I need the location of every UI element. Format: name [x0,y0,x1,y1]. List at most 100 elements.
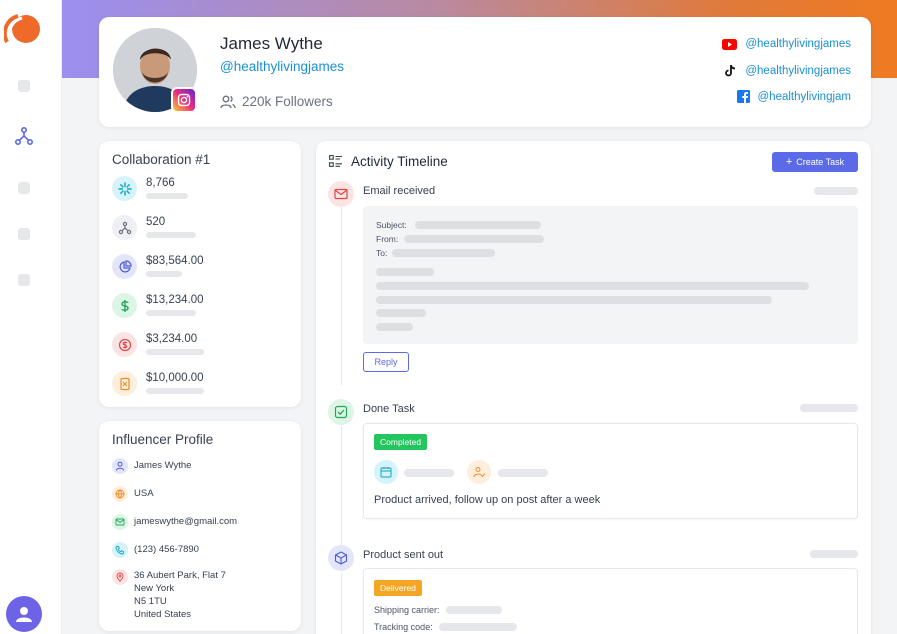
sidebar-item-4[interactable] [18,228,30,240]
influencer-email-row: jameswythe@gmail.com [112,514,237,530]
social-facebook[interactable]: @healthylivingjam [736,90,852,103]
timeline-header: Activity Timeline [329,154,448,169]
stat-value: $3,234.00 [146,333,198,345]
sidebar [0,0,62,634]
from-label: From: [376,234,399,244]
collaboration-title: Collaboration #1 [112,152,211,167]
timestamp-placeholder [810,550,858,558]
user-icon [16,607,32,622]
followers-text: 220k Followers [242,94,333,109]
plus-icon: + [785,155,793,168]
shipping-details: Delivered Shipping carrier: Tracking cod… [363,568,858,634]
email-subject: Subject: [376,220,407,230]
checkbox-icon [328,399,354,425]
social-tiktok[interactable]: @healthylivingjames [724,64,851,77]
influencer-title: Influencer Profile [112,432,214,447]
tiktok-icon [725,65,736,77]
dollar-icon [112,293,137,318]
influencer-address: 36 Aubert Park, Flat 7 New York N5 1TU U… [134,569,226,621]
email-preview: Subject: From: To: [363,206,858,344]
event-done-task: Done Task [363,403,415,415]
create-task-label: Create Task [796,157,845,167]
address-line-4: United States [134,609,192,620]
address-line-2: New York [134,583,175,594]
stat-value: 520 [146,216,166,228]
mail-icon [112,514,128,530]
youtube-icon [722,38,738,50]
stat-value: 8,766 [146,177,175,189]
activity-timeline-card: Activity Timeline + Create Task Email re… [316,141,871,634]
sidebar-item-3[interactable] [18,182,30,194]
users-icon [220,95,236,108]
shipping-carrier: Shipping carrier: [374,605,502,615]
app-logo[interactable] [4,12,44,46]
dollar-circle-icon [112,332,137,357]
list-icon [329,155,342,167]
user-avatar[interactable] [6,596,42,632]
facebook-icon [736,90,750,103]
collaboration-card: Collaboration #1 8,766 520 $83,564.00 $1… [99,141,301,407]
calendar-icon [374,460,398,484]
followers-count: 220k Followers [220,94,333,109]
stat-value: $83,564.00 [146,255,204,267]
profile-name: James Wythe [220,34,323,53]
influencer-country: USA [134,488,154,499]
tracking-label: Tracking code: [374,622,433,632]
influencer-email[interactable]: jameswythe@gmail.com [134,516,237,527]
timeline-connector [341,573,342,634]
event-email-received: Email received [363,185,436,197]
receipt-icon [112,371,137,396]
profile-card: James Wythe @healthylivingjames 220k Fol… [99,17,871,127]
timeline-title: Activity Timeline [351,154,448,169]
carrier-label: Shipping carrier: [374,605,440,615]
task-description: Product arrived, follow up on post after… [374,494,601,506]
timestamp-placeholder [800,404,858,412]
sidebar-item-5[interactable] [18,274,30,286]
user-icon [112,458,128,474]
network-icon [112,215,137,240]
completed-badge: Completed [374,434,428,450]
instagram-icon [171,87,197,113]
address-line-1: 36 Aubert Park, Flat 7 [134,570,226,581]
reply-button[interactable]: Reply [363,352,409,372]
mail-icon [328,181,354,207]
influencer-country-row: USA [112,486,154,502]
influencer-phone[interactable]: (123) 456-7890 [134,544,199,555]
youtube-handle: @healthylivingjames [745,38,851,50]
task-details: Completed Product arrived, follow up on … [363,423,858,519]
create-task-button[interactable]: + Create Task [772,152,858,172]
sidebar-item-1[interactable] [18,80,30,92]
sparkle-icon [112,176,137,201]
social-youtube[interactable]: @healthylivingjames [722,38,851,50]
facebook-handle: @healthylivingjam [757,90,852,103]
influencer-name: James Wythe [134,460,192,471]
subject-label: Subject: [376,220,407,230]
stat-value: $10,000.00 [146,372,204,384]
timeline-connector [341,207,342,385]
influencer-phone-row: (123) 456-7890 [112,542,199,558]
influencer-profile-card: Influencer Profile James Wythe USA james… [99,421,301,631]
pie-chart-icon [112,254,137,279]
stat-connections: 520 [112,215,196,240]
stat-earnings: $13,234.00 [112,293,204,318]
delivered-badge: Delivered [374,580,422,596]
timestamp-placeholder [814,187,858,195]
user-check-icon [467,460,491,484]
event-product-sent: Product sent out [363,549,444,561]
stat-budget: $83,564.00 [112,254,204,279]
stat-reach: 8,766 [112,176,188,201]
location-pin-icon [112,569,128,585]
stat-value: $13,234.00 [146,294,204,306]
tracking-code: Tracking code: [374,622,517,632]
network-icon[interactable] [14,126,34,146]
profile-handle[interactable]: @healthylivingjames [220,59,344,74]
stat-paid: $3,234.00 [112,332,204,357]
email-from: From: [376,234,398,244]
influencer-address-row: 36 Aubert Park, Flat 7 New York N5 1TU U… [112,569,226,621]
stat-invoice: $10,000.00 [112,371,204,396]
email-to: To: [376,248,387,258]
address-line-3: N5 1TU [134,596,167,607]
phone-icon [112,542,128,558]
timeline-connector [341,427,342,547]
box-icon [328,545,354,571]
